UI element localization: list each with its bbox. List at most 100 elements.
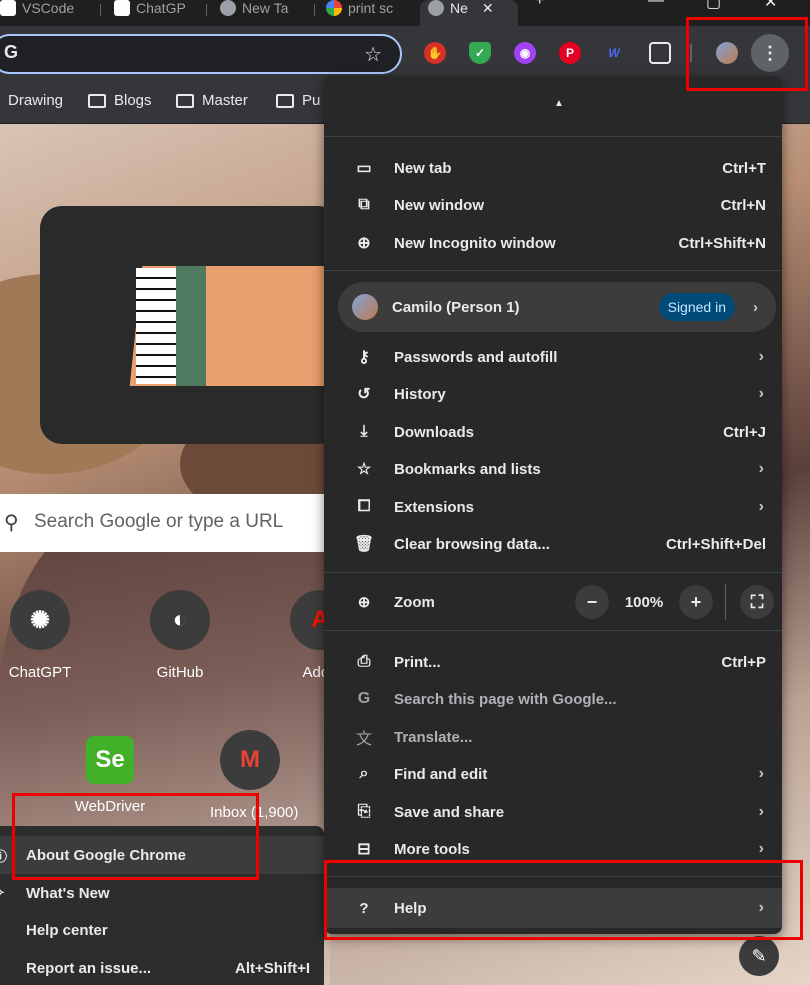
help-report-issue[interactable]: ▪ Report an issue... Alt+Shift+I [0, 949, 324, 985]
minimize-icon[interactable]: — [648, 0, 664, 10]
piano-keys-illustration [136, 268, 176, 384]
tab-vscode[interactable]: VSCode [0, 0, 92, 26]
find-icon: ⌕ [359, 765, 369, 782]
menu-divider [324, 270, 782, 271]
bookmark-folder-pu[interactable]: Pu [276, 92, 320, 109]
profile-avatar [352, 294, 378, 320]
search-placeholder: Search Google or type a URL [34, 511, 284, 532]
menu-divider [324, 136, 782, 137]
trash-icon: 🗑 [353, 536, 375, 553]
chevron-right-icon: › [758, 803, 764, 820]
help-help-center[interactable]: Help center [0, 911, 324, 949]
chatgpt-favicon-icon [114, 0, 130, 16]
chevron-right-icon: › [758, 498, 764, 515]
shield-extension-icon[interactable]: ✓ [469, 42, 491, 64]
bookmark-star-icon[interactable]: ☆ [364, 42, 382, 67]
customize-pencil-icon[interactable]: ✎ [739, 936, 779, 976]
menu-new-tab[interactable]: ▭ New tab Ctrl+T [324, 150, 782, 186]
pinterest-extension-icon[interactable]: P [559, 42, 581, 64]
highlight-box-about [12, 793, 259, 880]
menu-clear-browsing-data[interactable]: 🗑 Clear browsing data... Ctrl+Shift+Del [324, 526, 782, 562]
download-icon: ⤓ [360, 423, 368, 440]
menu-translate: 文 Translate... [324, 719, 782, 755]
folder-icon [88, 93, 106, 108]
menu-search-with-google: G Search this page with Google... [324, 681, 782, 717]
menu-find-and-edit[interactable]: ⌕ Find and edit › [324, 756, 782, 792]
chevron-right-icon: › [758, 840, 764, 857]
signed-in-badge: Signed in [658, 293, 735, 321]
omnibox[interactable]: G ☆ [0, 34, 402, 74]
chevron-right-icon: › [758, 765, 764, 782]
google-icon: G [4, 42, 19, 62]
shortcut-github[interactable]: ◐ GitHub [140, 590, 220, 681]
print-icon: ⎙ [357, 653, 371, 670]
menu-new-incognito[interactable]: ⊕ New Incognito window Ctrl+Shift+N [324, 225, 782, 261]
adblock-extension-icon[interactable]: ✋ [424, 42, 446, 64]
menu-caret-icon: ▲ [554, 98, 564, 109]
chrome-favicon-icon [428, 0, 444, 16]
highlight-box-help [324, 860, 803, 940]
folder-icon [276, 93, 294, 108]
tab-new-tab[interactable]: New Ta [212, 0, 312, 26]
menu-profile-row[interactable]: Camilo (Person 1) Signed in › [338, 282, 776, 332]
close-tab-icon[interactable]: ✕ [482, 0, 494, 17]
save-icon: ⎘ [357, 803, 371, 820]
chrome-main-menu: ▲ ▭ New tab Ctrl+T ⧉ New window Ctrl+N ⊕… [324, 76, 782, 934]
chatgpt-icon: ✺ [10, 590, 70, 650]
extensions-puzzle-icon[interactable] [649, 42, 671, 64]
new-badge-icon: ✧ [0, 885, 12, 901]
bookmark-drawing[interactable]: Drawing [8, 92, 63, 109]
new-tab-plus-icon[interactable]: + [535, 0, 544, 10]
github-icon: ◐ [150, 590, 210, 650]
zoom-level: 100% [624, 593, 664, 611]
bookmark-folder-master[interactable]: Master [176, 92, 248, 109]
report-icon: ▪ [0, 961, 12, 976]
vscode-favicon-icon [0, 0, 16, 16]
tab-chatgpt[interactable]: ChatGP [106, 0, 204, 26]
shortcut-chatgpt[interactable]: ✺ ChatGPT [0, 590, 80, 681]
folder-icon [176, 93, 194, 108]
tab-separator [206, 4, 207, 16]
menu-bookmarks[interactable]: ☆ Bookmarks and lists › [324, 451, 782, 487]
bookmark-folder-blogs[interactable]: Blogs [88, 92, 152, 109]
chevron-right-icon: › [758, 460, 764, 477]
close-window-icon[interactable]: ✕ [764, 0, 777, 12]
menu-save-and-share[interactable]: ⎘ Save and share › [324, 794, 782, 830]
gmail-icon: M [220, 730, 280, 790]
menu-print[interactable]: ⎙ Print... Ctrl+P [324, 644, 782, 680]
maximize-icon[interactable]: ▢ [706, 0, 721, 12]
key-icon: ⚷ [358, 349, 370, 366]
accordion-illustration [176, 266, 206, 386]
toolbox-icon: ⊟ [357, 841, 371, 858]
zoom-icon: ⊕ [357, 594, 371, 611]
chevron-right-icon: › [753, 298, 758, 316]
highlight-box-menu-button [686, 17, 808, 91]
search-icon: ⚲ [4, 512, 19, 534]
menu-zoom-row: ⊕ Zoom − 100% + ⛶ [324, 584, 782, 620]
history-icon: ↺ [357, 386, 371, 403]
fullscreen-icon[interactable]: ⛶ [740, 585, 774, 619]
menu-divider [324, 572, 782, 573]
tab-print-screen[interactable]: print sc [318, 0, 418, 26]
google-doodle[interactable] [40, 206, 340, 444]
chevron-right-icon: › [758, 348, 764, 365]
ai-extension-icon[interactable]: ◉ [514, 42, 536, 64]
info-icon: ⓘ [0, 848, 8, 864]
tab-active[interactable]: Ne ✕ [420, 0, 518, 26]
menu-new-window[interactable]: ⧉ New window Ctrl+N [324, 187, 782, 223]
new-tab-icon: ▭ [356, 160, 372, 177]
incognito-icon: ⊕ [357, 235, 371, 252]
ntp-search-box[interactable]: ⚲ Search Google or type a URL [0, 494, 330, 552]
google-icon: G [357, 690, 371, 707]
menu-history[interactable]: ↺ History › [324, 376, 782, 412]
menu-extensions[interactable]: ⧠ Extensions › [324, 489, 782, 525]
writing-extension-icon[interactable]: W [603, 42, 625, 64]
new-window-icon: ⧉ [358, 196, 370, 213]
zoom-in-button[interactable]: + [679, 585, 713, 619]
translate-icon: 文 [355, 731, 372, 748]
zoom-out-button[interactable]: − [575, 585, 609, 619]
zoom-separator [725, 584, 726, 620]
chrome-favicon-icon [220, 0, 236, 16]
menu-passwords[interactable]: ⚷ Passwords and autofill › [324, 339, 782, 375]
menu-downloads[interactable]: ⤓ Downloads Ctrl+J [324, 414, 782, 450]
